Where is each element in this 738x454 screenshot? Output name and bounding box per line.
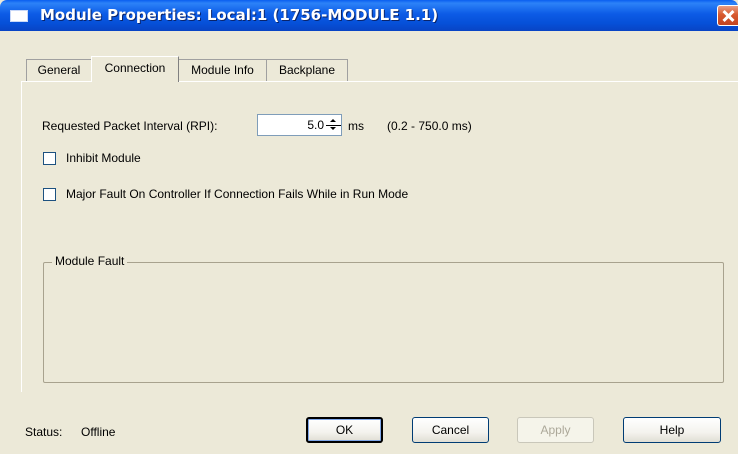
- status-value: Offline: [81, 425, 116, 439]
- apply-button[interactable]: Apply: [517, 417, 594, 443]
- rpi-field[interactable]: [257, 114, 342, 136]
- window-icon: [10, 10, 28, 22]
- rpi-label: Requested Packet Interval (RPI):: [42, 119, 218, 133]
- cancel-button[interactable]: Cancel: [412, 417, 489, 443]
- module-fault-group: Module Fault: [43, 254, 724, 383]
- window-title: Module Properties: Local:1 (1756-MODULE …: [40, 6, 439, 24]
- inhibit-module-label[interactable]: Inhibit Module: [66, 151, 141, 165]
- tab-general[interactable]: General: [26, 59, 92, 81]
- tab-connection[interactable]: Connection: [91, 56, 179, 82]
- rpi-range: (0.2 - 750.0 ms): [387, 119, 472, 133]
- ok-button[interactable]: OK: [306, 417, 383, 443]
- spinner-down-icon[interactable]: [326, 125, 341, 134]
- inhibit-module-checkbox[interactable]: [43, 152, 56, 165]
- tab-backplane[interactable]: Backplane: [266, 59, 348, 81]
- module-properties-dialog: Module Properties: Local:1 (1756-MODULE …: [0, 0, 738, 454]
- major-fault-label[interactable]: Major Fault On Controller If Connection …: [66, 187, 408, 201]
- status-label: Status:: [25, 425, 63, 439]
- tab-module-info[interactable]: Module Info: [178, 59, 267, 81]
- spinner-up-icon[interactable]: [326, 116, 341, 125]
- rpi-input[interactable]: [258, 115, 326, 135]
- major-fault-checkbox[interactable]: [43, 188, 56, 201]
- help-button[interactable]: Help: [623, 417, 721, 443]
- rpi-unit: ms: [348, 119, 364, 133]
- title-bar[interactable]: Module Properties: Local:1 (1756-MODULE …: [0, 0, 738, 31]
- rpi-spinner[interactable]: [326, 116, 341, 134]
- module-fault-label: Module Fault: [52, 254, 128, 268]
- connection-tab-panel: Requested Packet Interval (RPI): ms (0.2…: [21, 81, 738, 392]
- close-icon[interactable]: [717, 5, 738, 26]
